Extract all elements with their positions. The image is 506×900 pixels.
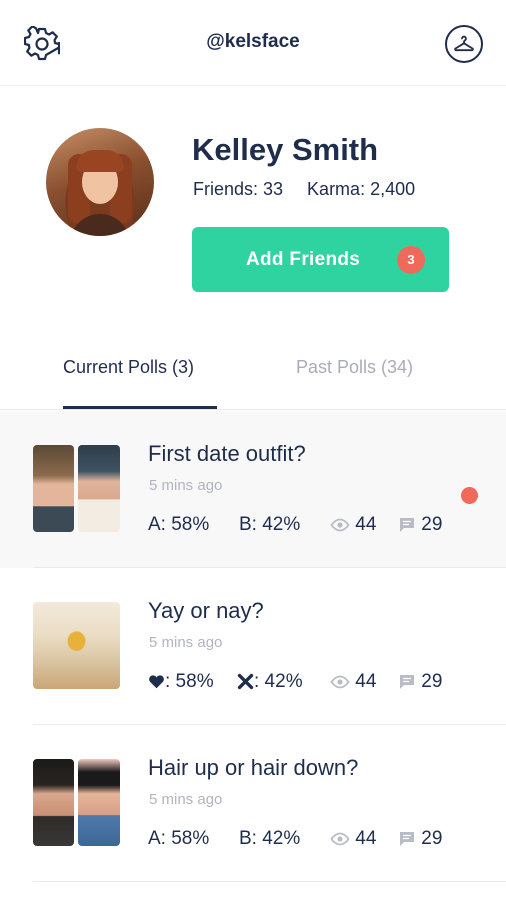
- comments-metric: 29: [398, 671, 442, 693]
- karma-count: Karma: 2,400: [307, 179, 416, 199]
- views-count: 44: [355, 671, 377, 692]
- profile-stats: Friends: 33 Karma: 2,400: [193, 179, 415, 200]
- poll-title: First date outfit?: [148, 441, 306, 466]
- comment-icon: [400, 517, 414, 532]
- top-bar: @kelsface: [0, 0, 506, 86]
- poll-item[interactable]: Yay or nay? 5 mins ago : 58% : 42% 44 29: [0, 568, 506, 725]
- tab-active-indicator: [63, 406, 217, 409]
- eye-icon: [330, 675, 350, 689]
- views-count: 44: [355, 828, 377, 849]
- poll-thumbnails: [33, 602, 120, 689]
- profile-name: Kelley Smith: [192, 132, 379, 167]
- vote-b-result: B: 42%: [239, 828, 301, 849]
- comments-count: 29: [421, 828, 443, 849]
- poll-image-a: [33, 759, 74, 846]
- tab-past-polls[interactable]: Past Polls (34): [296, 357, 413, 378]
- comments-metric: 29: [398, 828, 442, 850]
- username-title: @kelsface: [206, 31, 300, 52]
- comment-icon: [400, 674, 414, 689]
- vote-b-result: B: 42%: [239, 514, 301, 535]
- poll-time: 5 mins ago: [149, 634, 223, 651]
- vote-a-result: A: 58%: [148, 828, 210, 849]
- poll-image-b: [78, 759, 120, 846]
- vote-nay-result: : 42%: [237, 671, 303, 693]
- poll-image: [33, 602, 120, 689]
- vote-yay-result: : 58%: [148, 671, 214, 693]
- eye-icon: [330, 832, 350, 846]
- poll-time: 5 mins ago: [149, 791, 223, 808]
- yay-percent: : 58%: [165, 671, 214, 692]
- hanger-icon[interactable]: [445, 25, 483, 63]
- views-metric: 44: [330, 828, 376, 850]
- poll-image-a: [33, 445, 74, 532]
- poll-item[interactable]: Hair up or hair down? 5 mins ago A: 58% …: [0, 725, 506, 882]
- heart-icon: [149, 675, 164, 689]
- divider: [33, 881, 506, 882]
- views-count: 44: [355, 514, 377, 535]
- profile-avatar[interactable]: [46, 128, 154, 236]
- comments-count: 29: [421, 514, 443, 535]
- add-friends-label: Add Friends: [246, 249, 361, 270]
- poll-image-b: [78, 445, 120, 532]
- poll-tabs: Current Polls (3) Past Polls (34): [0, 340, 506, 410]
- nay-percent: : 42%: [254, 671, 303, 692]
- poll-item[interactable]: First date outfit? 5 mins ago A: 58% B: …: [0, 411, 506, 568]
- vote-a-result: A: 58%: [148, 514, 210, 535]
- comments-count: 29: [421, 671, 443, 692]
- comments-metric: 29: [398, 514, 442, 536]
- poll-thumbnails: [33, 759, 120, 846]
- poll-time: 5 mins ago: [149, 477, 223, 494]
- friend-request-badge: 3: [397, 246, 425, 274]
- add-friends-button[interactable]: Add Friends 3: [192, 227, 449, 292]
- unread-dot: [461, 487, 478, 504]
- tab-current-polls[interactable]: Current Polls (3): [63, 357, 194, 378]
- avatar-hair-top: [76, 150, 124, 172]
- views-metric: 44: [330, 671, 376, 693]
- comment-icon: [400, 831, 414, 846]
- poll-title: Yay or nay?: [148, 598, 264, 623]
- views-metric: 44: [330, 514, 376, 536]
- poll-thumbnails: [33, 445, 120, 532]
- x-icon: [237, 674, 254, 690]
- eye-icon: [330, 518, 350, 532]
- poll-title: Hair up or hair down?: [148, 755, 359, 780]
- friends-count: Friends: 33: [193, 179, 284, 199]
